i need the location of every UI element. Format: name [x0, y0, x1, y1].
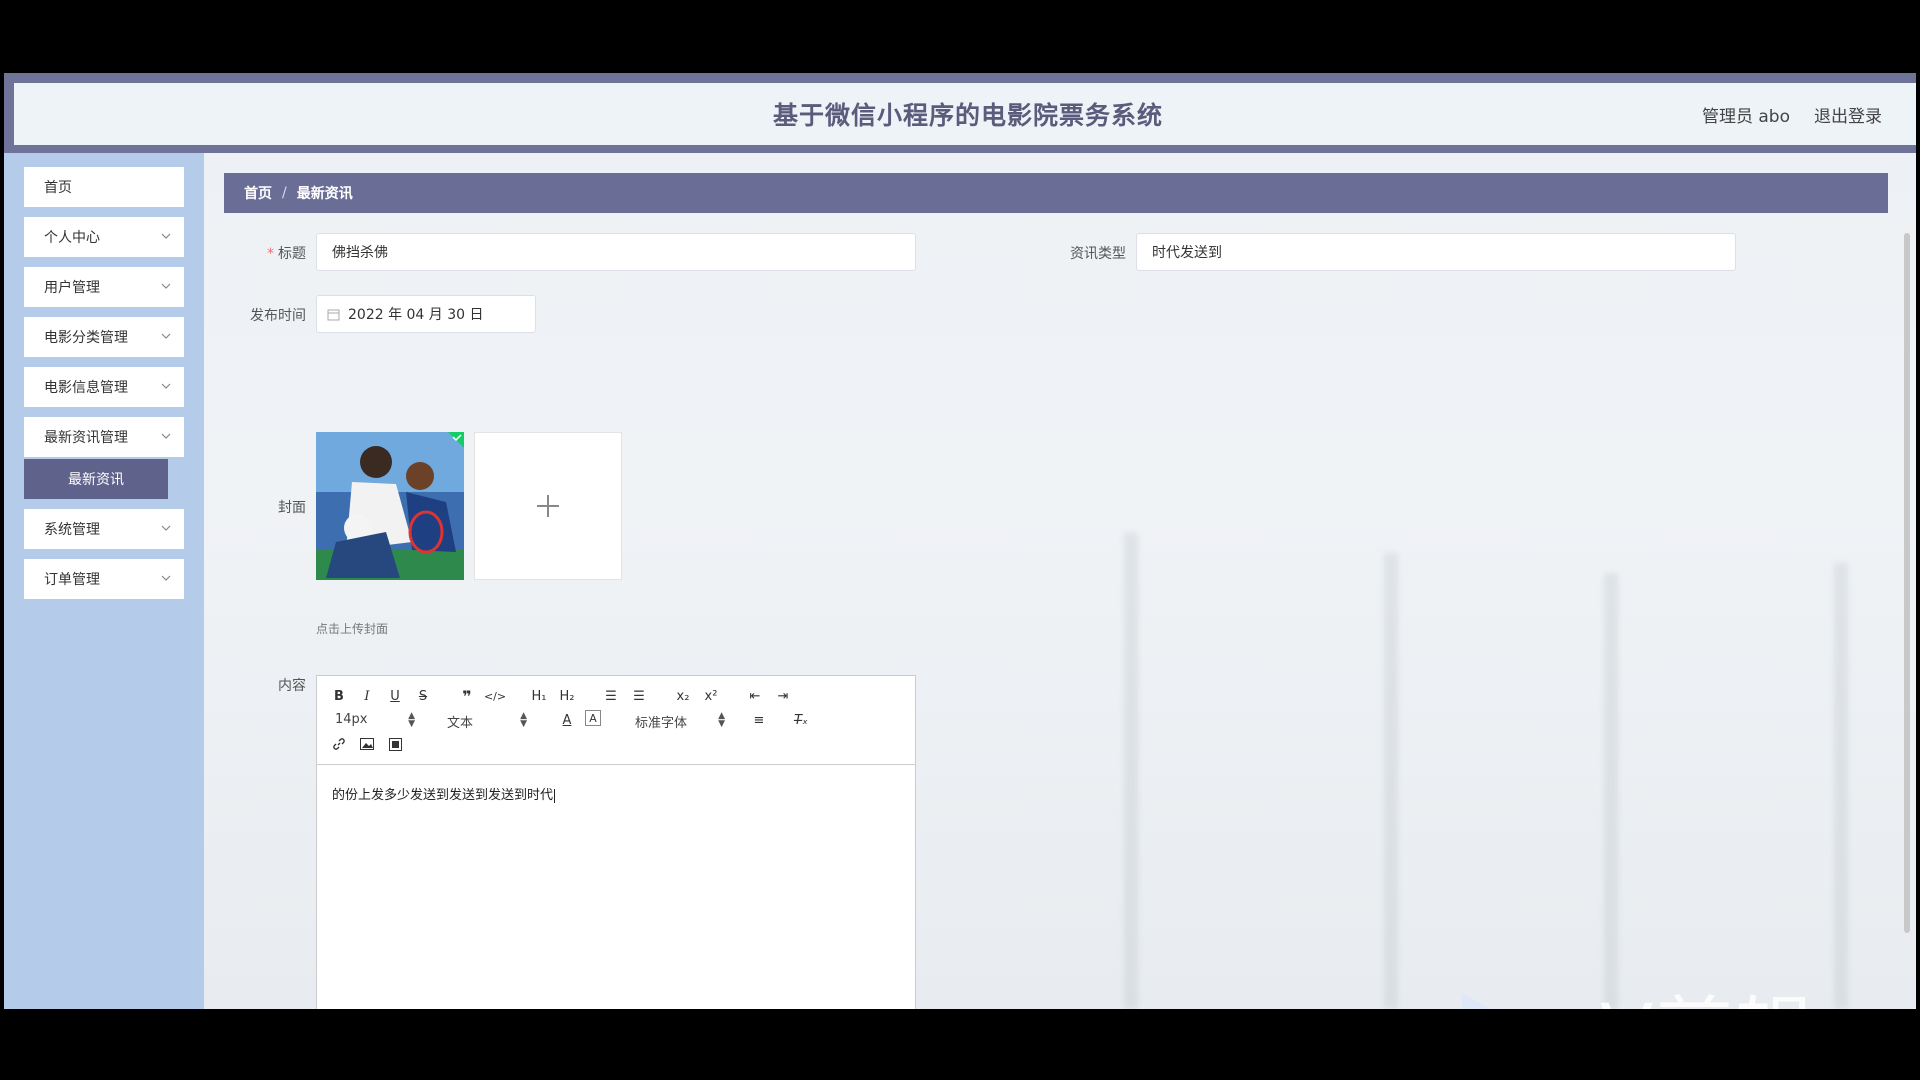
- select-arrows-icon: ▲ ▼: [520, 711, 527, 729]
- indent-icon[interactable]: ⇥: [773, 686, 793, 706]
- title-label-text: 标题: [278, 246, 306, 262]
- ordered-list-icon[interactable]: ☰: [601, 686, 621, 706]
- sidebar-item-label: 系统管理: [44, 522, 100, 538]
- logout-link[interactable]: 退出登录: [1814, 102, 1882, 127]
- upload-cover-button[interactable]: [474, 432, 622, 580]
- main-area: 首页 个人中心 用户管理 电影分类管理 电影信息管理 最新资讯管理 最新资讯 系…: [4, 153, 1916, 1009]
- sidebar-item-system[interactable]: 系统管理: [24, 509, 184, 549]
- sidebar-subitem-latest-news[interactable]: 最新资讯: [24, 459, 168, 499]
- block-format-value: 文本: [447, 716, 474, 731]
- background-decoration: [1604, 573, 1618, 1009]
- sidebar-item-movie-category[interactable]: 电影分类管理: [24, 317, 184, 357]
- sidebar-item-home[interactable]: 首页: [24, 167, 184, 207]
- cover-hint: 点击上传封面: [316, 622, 389, 636]
- sidebar-item-label: 用户管理: [44, 280, 100, 296]
- background-decoration: [1124, 533, 1138, 1009]
- background-color-icon[interactable]: A: [585, 710, 601, 726]
- app-title: 基于微信小程序的电影院票务系统: [772, 101, 1163, 130]
- breadcrumb-current: 最新资讯: [296, 186, 353, 202]
- chevron-down-icon: [161, 383, 171, 389]
- font-family-value: 标准字体: [635, 716, 688, 731]
- breadcrumb-separator: /: [282, 185, 287, 201]
- blockquote-icon[interactable]: ❞: [457, 686, 477, 706]
- chevron-down-icon: [161, 433, 171, 439]
- image-icon[interactable]: [357, 734, 377, 754]
- background-decoration: [1834, 563, 1848, 1009]
- publish-date-value: 2022 年 04 月 30 日: [348, 307, 484, 323]
- calendar-icon: [327, 309, 340, 320]
- sidebar-item-label: 电影信息管理: [44, 380, 128, 396]
- underline-icon[interactable]: U: [385, 686, 405, 706]
- watermark-text: eV剪辑: [1550, 971, 1815, 1009]
- editor-content-text: 的份上发多少发送到发送到发送到时代: [332, 788, 554, 803]
- bold-icon[interactable]: B: [329, 686, 349, 706]
- cover-thumbnail: [316, 432, 464, 580]
- italic-icon[interactable]: I: [357, 686, 377, 706]
- breadcrumb-home[interactable]: 首页: [244, 183, 272, 203]
- editor-toolbar: B I U S ❞ </> H₁ H₂ ☰ ☰ x₂ x² ⇤ ⇥ 14px ▲…: [317, 676, 915, 765]
- align-icon[interactable]: ≡: [749, 710, 769, 730]
- news-type-label: 资讯类型: [1070, 246, 1126, 262]
- chevron-down-icon: [161, 575, 171, 581]
- link-icon[interactable]: [329, 734, 349, 754]
- sidebar: 首页 个人中心 用户管理 电影分类管理 电影信息管理 最新资讯管理 最新资讯 系…: [4, 153, 204, 1009]
- chevron-down-icon: [161, 233, 171, 239]
- rich-text-editor: B I U S ❞ </> H₁ H₂ ☰ ☰ x₂ x² ⇤ ⇥ 14px ▲…: [316, 675, 916, 1009]
- chevron-down-icon: [161, 333, 171, 339]
- sidebar-item-label: 电影分类管理: [44, 330, 128, 346]
- publish-date-picker[interactable]: 2022 年 04 月 30 日: [316, 295, 536, 333]
- sidebar-item-personal[interactable]: 个人中心: [24, 217, 184, 257]
- sidebar-item-orders[interactable]: 订单管理: [24, 559, 184, 599]
- sidebar-item-news-management[interactable]: 最新资讯管理: [24, 417, 184, 457]
- font-color-icon[interactable]: A: [557, 710, 577, 730]
- heading2-icon[interactable]: H₂: [557, 686, 577, 706]
- editor-content[interactable]: 的份上发多少发送到发送到发送到时代: [332, 784, 556, 803]
- breadcrumb: 首页 / 最新资讯: [224, 173, 1888, 213]
- heading1-icon[interactable]: H₁: [529, 686, 549, 706]
- select-arrows-icon: ▲ ▼: [718, 711, 725, 729]
- sidebar-item-users[interactable]: 用户管理: [24, 267, 184, 307]
- sidebar-item-label: 首页: [44, 180, 72, 196]
- superscript-icon[interactable]: x²: [701, 686, 721, 706]
- sidebar-item-label: 订单管理: [44, 572, 100, 588]
- app-window: 基于微信小程序的电影院票务系统 管理员 abo 退出登录 首页 个人中心 用户管…: [4, 73, 1916, 1009]
- current-user: 管理员 abo: [1701, 106, 1790, 127]
- sidebar-item-label: 最新资讯管理: [44, 430, 128, 446]
- block-format-select[interactable]: 文本 ▲ ▼: [447, 711, 527, 732]
- sidebar-item-movie-info[interactable]: 电影信息管理: [24, 367, 184, 407]
- subscript-icon[interactable]: x₂: [673, 686, 693, 706]
- chevron-down-icon: [161, 283, 171, 289]
- bullet-list-icon[interactable]: ☰: [629, 686, 649, 706]
- font-family-select[interactable]: 标准字体 ▲ ▼: [635, 711, 725, 732]
- required-mark: *: [267, 246, 274, 262]
- title-label: * 标题: [234, 243, 306, 263]
- top-header: 基于微信小程序的电影院票务系统 管理员 abo 退出登录: [14, 83, 1916, 145]
- plus-icon: [537, 495, 559, 517]
- title-input[interactable]: 佛挡杀佛: [316, 233, 916, 271]
- select-arrows-icon: ▲ ▼: [408, 711, 415, 729]
- cover-label: 封面: [278, 500, 306, 516]
- sidebar-item-label: 个人中心: [44, 230, 100, 246]
- font-size-select[interactable]: 14px ▲ ▼: [335, 711, 415, 729]
- publish-date-label: 发布时间: [250, 308, 306, 324]
- play-logo-icon: [1462, 993, 1492, 1009]
- clear-format-icon[interactable]: T̶ₓ: [791, 710, 811, 730]
- watermark: eV剪辑: [1452, 971, 1815, 1009]
- chevron-down-icon: [161, 525, 171, 531]
- font-size-value: 14px: [335, 712, 368, 727]
- text-caret: [554, 788, 556, 803]
- background-decoration: [1384, 553, 1398, 1009]
- outdent-icon[interactable]: ⇤: [745, 686, 765, 706]
- user-area: 管理员 abo 退出登录: [1702, 83, 1882, 145]
- video-icon[interactable]: [385, 734, 405, 754]
- content-label: 内容: [278, 678, 306, 694]
- code-block-icon[interactable]: </>: [484, 686, 506, 706]
- page-scrollbar[interactable]: [1904, 233, 1910, 933]
- strikethrough-icon[interactable]: S: [413, 686, 433, 706]
- news-type-input[interactable]: 时代发送到: [1136, 233, 1736, 271]
- cover-image[interactable]: [316, 432, 464, 580]
